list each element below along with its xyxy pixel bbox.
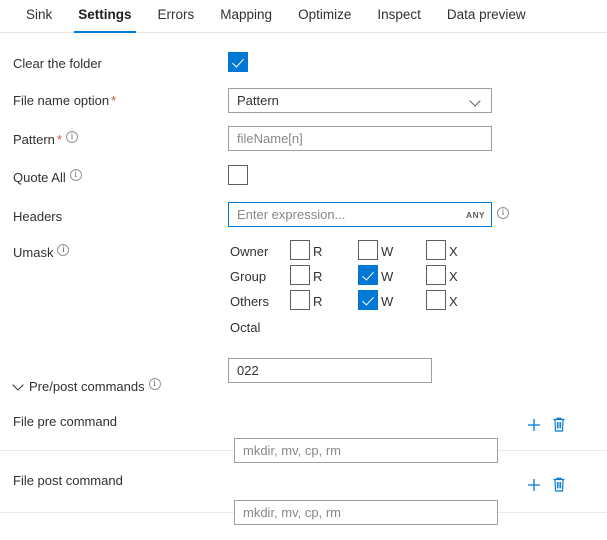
file-post-command-add-button[interactable] (526, 477, 542, 493)
info-icon[interactable] (497, 207, 509, 219)
umask-owner-write-checkbox[interactable] (358, 240, 378, 260)
plus-icon (526, 477, 542, 493)
info-icon[interactable] (70, 169, 82, 181)
umask-octal-input[interactable] (228, 358, 432, 383)
file-name-option-label: File name option* (13, 93, 116, 108)
trash-icon (551, 416, 567, 433)
umask-row-group-label: Group (230, 269, 266, 284)
tab-bar: Sink Settings Errors Mapping Optimize In… (0, 0, 607, 33)
umask-group-read-label: R (313, 269, 322, 284)
required-asterisk: * (57, 132, 62, 147)
headers-expression-input[interactable] (228, 202, 492, 227)
clear-folder-label: Clear the folder (13, 56, 102, 71)
prepost-commands-label: Pre/post commands (29, 379, 145, 394)
required-asterisk: * (111, 93, 116, 108)
chevron-down-icon (471, 96, 481, 106)
tab-sink[interactable]: Sink (13, 0, 65, 33)
umask-owner-read-checkbox[interactable] (290, 240, 310, 260)
tab-inspect[interactable]: Inspect (364, 0, 434, 33)
tab-mapping[interactable]: Mapping (207, 0, 285, 33)
quote-all-label-text: Quote All (13, 170, 66, 185)
tab-optimize[interactable]: Optimize (285, 0, 364, 33)
headers-info-wrap (497, 207, 509, 223)
tab-settings[interactable]: Settings (65, 0, 144, 33)
clear-folder-label-text: Clear the folder (13, 56, 102, 71)
clear-folder-checkbox[interactable] (228, 52, 248, 72)
file-pre-command-delete-button[interactable] (551, 416, 567, 433)
headers-label-text: Headers (13, 209, 62, 224)
file-name-option-value: Pattern (237, 93, 471, 108)
umask-owner-write-label: W (381, 244, 393, 259)
chevron-down-icon (13, 381, 24, 392)
umask-others-write-label: W (381, 294, 393, 309)
umask-owner-read-label: R (313, 244, 322, 259)
file-name-option-select[interactable]: Pattern (228, 88, 492, 113)
umask-group-execute-label: X (449, 269, 458, 284)
trash-icon (551, 476, 567, 493)
umask-owner-execute-label: X (449, 244, 458, 259)
umask-group-execute-checkbox[interactable] (426, 265, 446, 285)
quote-all-label: Quote All (13, 169, 82, 185)
umask-row-others-label: Others (230, 294, 269, 309)
prepost-commands-expander[interactable]: Pre/post commands (13, 378, 161, 394)
umask-octal-label: Octal (230, 320, 260, 335)
umask-others-write-checkbox[interactable] (358, 290, 378, 310)
tab-data-preview[interactable]: Data preview (434, 0, 539, 33)
headers-any-badge: ANY (466, 210, 485, 220)
umask-label-text: Umask (13, 245, 53, 260)
file-pre-command-add-button[interactable] (526, 417, 542, 433)
info-icon[interactable] (57, 244, 69, 256)
pattern-label: Pattern* (13, 131, 78, 147)
umask-group-write-checkbox[interactable] (358, 265, 378, 285)
umask-others-execute-checkbox[interactable] (426, 290, 446, 310)
file-post-command-label: File post command (13, 473, 123, 488)
info-icon[interactable] (66, 131, 78, 143)
plus-icon (526, 417, 542, 433)
info-icon[interactable] (149, 378, 161, 390)
tab-errors[interactable]: Errors (145, 0, 208, 33)
file-pre-command-input[interactable] (234, 438, 498, 463)
umask-others-execute-label: X (449, 294, 458, 309)
umask-others-read-label: R (313, 294, 322, 309)
umask-group-read-checkbox[interactable] (290, 265, 310, 285)
file-post-command-delete-button[interactable] (551, 476, 567, 493)
pattern-input[interactable] (228, 126, 492, 151)
file-post-command-input[interactable] (234, 500, 498, 525)
umask-others-read-checkbox[interactable] (290, 290, 310, 310)
file-pre-command-label: File pre command (13, 414, 117, 429)
pattern-label-text: Pattern (13, 132, 55, 147)
umask-owner-execute-checkbox[interactable] (426, 240, 446, 260)
umask-row-owner-label: Owner (230, 244, 268, 259)
settings-form: Clear the folder File name option* Patte… (0, 33, 607, 540)
umask-group-write-label: W (381, 269, 393, 284)
quote-all-checkbox[interactable] (228, 165, 248, 185)
file-name-option-label-text: File name option (13, 93, 109, 108)
headers-label: Headers (13, 209, 62, 224)
umask-label: Umask (13, 244, 69, 260)
